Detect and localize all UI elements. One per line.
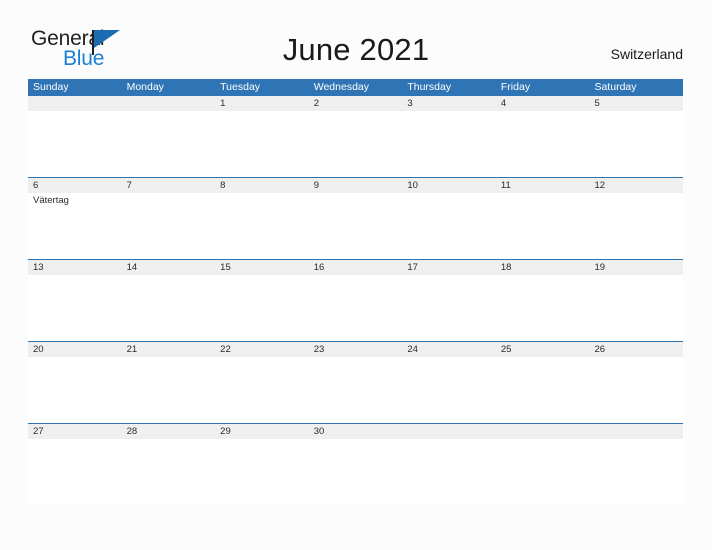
calendar-week-row: 1 2 3 4 5 (28, 96, 683, 177)
day-cell[interactable] (28, 357, 122, 423)
day-cell[interactable] (402, 193, 496, 259)
day-number[interactable]: 17 (402, 260, 496, 275)
weekday-header-friday: Friday (500, 81, 531, 93)
calendar-week-row: 27 28 29 30 (28, 423, 683, 505)
page-header: General Blue June 2021 Switzerland (0, 0, 712, 78)
day-cell[interactable] (215, 439, 309, 505)
day-cell[interactable] (122, 439, 216, 505)
day-number[interactable]: 18 (496, 260, 590, 275)
day-number[interactable]: 6 (28, 178, 122, 193)
day-cell[interactable] (496, 439, 590, 505)
week-event-band (28, 439, 683, 505)
day-cell[interactable] (122, 111, 216, 177)
country-label: Switzerland (610, 46, 683, 62)
calendar-grid: Sunday Monday Tuesday Wednesday Thursday… (28, 79, 683, 505)
day-number[interactable] (496, 424, 590, 439)
day-cell[interactable] (122, 275, 216, 341)
week-date-band: 1 2 3 4 5 (28, 96, 683, 111)
week-date-band: 20 21 22 23 24 25 26 (28, 342, 683, 357)
day-cell[interactable] (402, 275, 496, 341)
day-cell[interactable] (589, 275, 683, 341)
day-cell[interactable] (589, 193, 683, 259)
day-number[interactable]: 3 (402, 96, 496, 111)
day-cell[interactable] (496, 111, 590, 177)
weekday-header-row: Sunday Monday Tuesday Wednesday Thursday… (28, 79, 683, 96)
day-number[interactable]: 19 (589, 260, 683, 275)
day-cell[interactable] (589, 357, 683, 423)
weekday-header-saturday: Saturday (594, 81, 637, 93)
day-number[interactable]: 14 (122, 260, 216, 275)
week-date-band: 13 14 15 16 17 18 19 (28, 260, 683, 275)
day-cell[interactable] (402, 111, 496, 177)
day-number[interactable]: 5 (589, 96, 683, 111)
day-cell[interactable] (215, 193, 309, 259)
day-cell[interactable] (309, 111, 403, 177)
day-cell[interactable] (309, 357, 403, 423)
weekday-header-sunday: Sunday (33, 81, 69, 93)
day-cell[interactable] (122, 193, 216, 259)
day-number[interactable]: 16 (309, 260, 403, 275)
day-number[interactable]: 9 (309, 178, 403, 193)
day-number[interactable]: 10 (402, 178, 496, 193)
day-cell[interactable] (122, 357, 216, 423)
day-cell[interactable] (28, 275, 122, 341)
day-cell[interactable] (28, 111, 122, 177)
day-number[interactable] (122, 96, 216, 111)
day-number[interactable]: 21 (122, 342, 216, 357)
weekday-header-monday: Monday (126, 81, 164, 93)
day-number[interactable]: 13 (28, 260, 122, 275)
week-event-band (28, 275, 683, 341)
day-number[interactable]: 1 (215, 96, 309, 111)
day-number[interactable]: 22 (215, 342, 309, 357)
weekday-header-wednesday: Wednesday (313, 81, 369, 93)
week-event-band (28, 357, 683, 423)
day-cell[interactable] (589, 111, 683, 177)
day-number[interactable]: 11 (496, 178, 590, 193)
day-number[interactable]: 15 (215, 260, 309, 275)
day-number[interactable]: 28 (122, 424, 216, 439)
calendar-week-row: 20 21 22 23 24 25 26 (28, 341, 683, 423)
day-cell[interactable] (496, 193, 590, 259)
day-cell[interactable] (28, 439, 122, 505)
page-title: June 2021 (282, 32, 430, 67)
day-number[interactable]: 12 (589, 178, 683, 193)
day-number[interactable]: 27 (28, 424, 122, 439)
day-cell[interactable] (309, 439, 403, 505)
day-cell[interactable] (309, 193, 403, 259)
day-number[interactable]: 29 (215, 424, 309, 439)
weekday-header-tuesday: Tuesday (220, 81, 261, 93)
day-cell[interactable] (309, 275, 403, 341)
day-number[interactable]: 25 (496, 342, 590, 357)
calendar-week-row: 6 7 8 9 10 11 12 Vätertag (28, 177, 683, 259)
day-number[interactable]: 7 (122, 178, 216, 193)
week-date-band: 27 28 29 30 (28, 424, 683, 439)
day-number[interactable]: 8 (215, 178, 309, 193)
day-number[interactable] (402, 424, 496, 439)
day-number[interactable] (589, 424, 683, 439)
day-cell[interactable] (589, 439, 683, 505)
day-cell[interactable] (215, 275, 309, 341)
day-number[interactable]: 24 (402, 342, 496, 357)
week-event-band: Vätertag (28, 193, 683, 259)
event-label: Vätertag (33, 195, 69, 206)
day-cell[interactable] (402, 439, 496, 505)
week-date-band: 6 7 8 9 10 11 12 (28, 178, 683, 193)
calendar-week-row: 13 14 15 16 17 18 19 (28, 259, 683, 341)
day-number[interactable] (28, 96, 122, 111)
day-cell[interactable] (215, 111, 309, 177)
day-number[interactable]: 23 (309, 342, 403, 357)
day-cell[interactable]: Vätertag (28, 193, 122, 259)
day-cell[interactable] (496, 357, 590, 423)
day-cell[interactable] (496, 275, 590, 341)
day-cell[interactable] (402, 357, 496, 423)
day-number[interactable]: 20 (28, 342, 122, 357)
day-number[interactable]: 30 (309, 424, 403, 439)
day-cell[interactable] (215, 357, 309, 423)
week-event-band (28, 111, 683, 177)
day-number[interactable]: 4 (496, 96, 590, 111)
day-number[interactable]: 2 (309, 96, 403, 111)
weekday-header-thursday: Thursday (407, 81, 452, 93)
day-number[interactable]: 26 (589, 342, 683, 357)
